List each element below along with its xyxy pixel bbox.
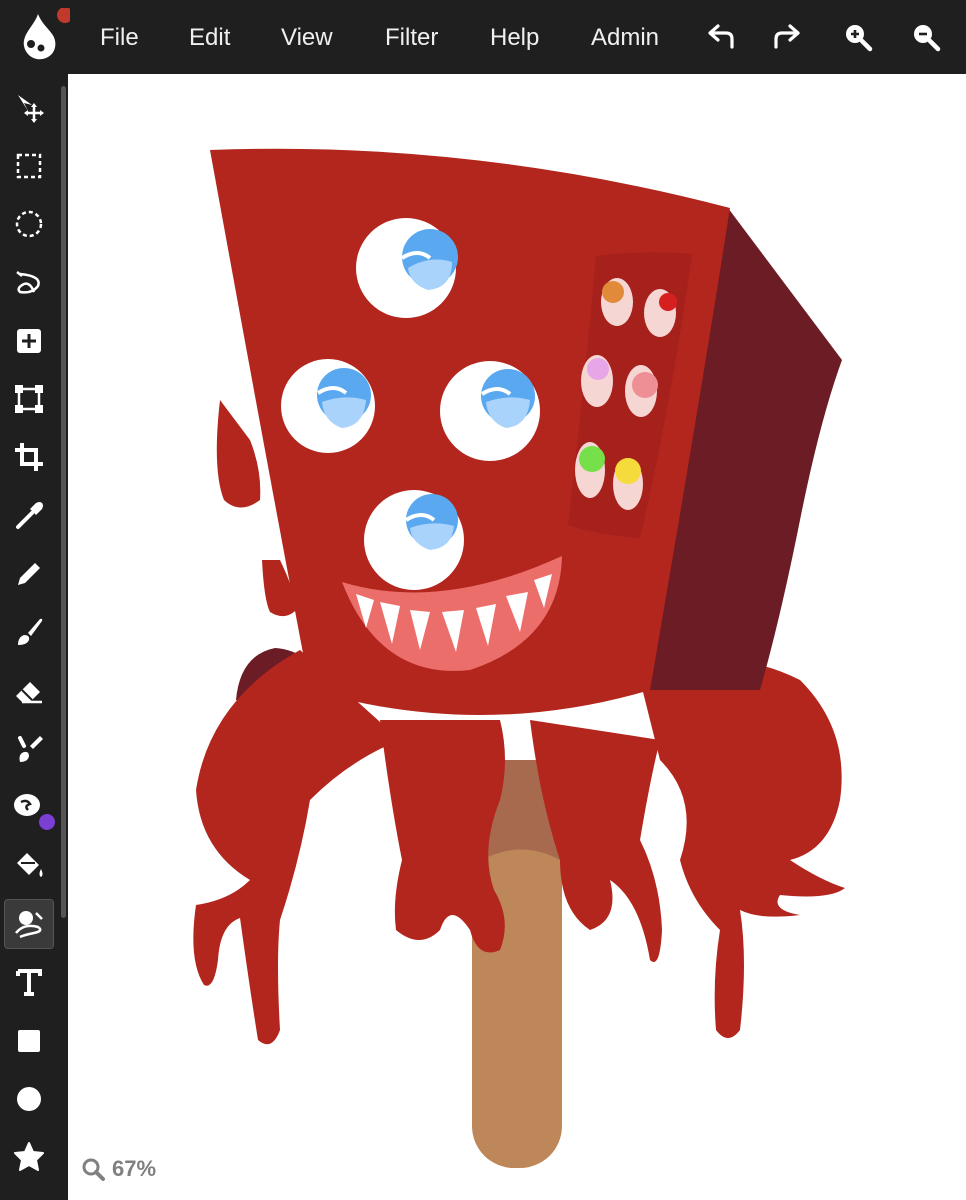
add-layer-tool[interactable] — [4, 316, 54, 366]
lasso-icon — [16, 271, 40, 294]
menu-filter[interactable]: Filter — [385, 0, 438, 74]
zoom-out-icon[interactable] — [908, 19, 944, 55]
add-layer-icon — [17, 329, 41, 353]
zoom-level-label: 67% — [112, 1156, 157, 1181]
menu-edit[interactable]: Edit — [189, 0, 230, 74]
sidebar-scrollbar[interactable] — [61, 86, 66, 918]
rectangle-shape-icon — [18, 1030, 40, 1052]
menu-view[interactable]: View — [281, 0, 333, 74]
blend-tool-icon — [15, 911, 43, 939]
eraser-tool[interactable] — [4, 666, 54, 716]
rect-select-icon — [16, 153, 42, 179]
accent-color-dot — [39, 814, 55, 830]
brush-tool[interactable] — [4, 607, 54, 657]
zoom-in-icon[interactable] — [840, 19, 876, 55]
menu-help[interactable]: Help — [490, 0, 539, 74]
eyedropper-icon — [16, 502, 43, 529]
rect-select-tool[interactable] — [4, 141, 54, 191]
ellipse-shape-icon — [17, 1087, 41, 1111]
lasso-tool[interactable] — [4, 258, 54, 308]
ellipse-select-icon — [15, 210, 43, 238]
fill-bucket-icon — [17, 853, 43, 877]
move-tool-icon — [18, 95, 44, 123]
text-tool[interactable] — [4, 957, 54, 1007]
undo-icon[interactable] — [702, 19, 738, 55]
ellipse-shape-tool[interactable] — [4, 1074, 54, 1124]
drawing-canvas[interactable] — [68, 74, 966, 1200]
menu-file[interactable]: File — [100, 0, 139, 74]
app-logo-icon[interactable] — [14, 7, 73, 64]
rectangle-shape-tool[interactable] — [4, 1016, 54, 1066]
crop-icon — [15, 443, 43, 471]
smudge-tool[interactable] — [4, 724, 54, 774]
eyedropper-tool[interactable] — [4, 491, 54, 541]
ellipse-select-tool[interactable] — [4, 199, 54, 249]
tool-sidebar — [0, 74, 68, 1200]
crop-tool[interactable] — [4, 432, 54, 482]
pencil-tool[interactable] — [4, 549, 54, 599]
menu-admin[interactable]: Admin — [591, 0, 659, 74]
transform-icon — [15, 385, 43, 413]
notification-dot — [57, 7, 73, 23]
redo-icon[interactable] — [770, 19, 806, 55]
fill-bucket-tool[interactable] — [4, 841, 54, 891]
smudge-icon — [18, 736, 43, 762]
pencil-icon — [18, 563, 40, 585]
move-tool[interactable] — [4, 83, 54, 133]
blend-tool[interactable] — [4, 899, 54, 949]
clone-stamp-tool[interactable] — [4, 782, 55, 832]
brush-icon — [18, 618, 43, 645]
artwork-image — [193, 148, 845, 1168]
star-shape-icon — [14, 1142, 44, 1171]
zoom-indicator[interactable]: 67% — [80, 1152, 156, 1186]
magnifier-icon — [82, 1158, 105, 1181]
top-toolbar: File Edit View Filter Help Admin — [0, 0, 966, 74]
transform-tool[interactable] — [4, 374, 54, 424]
eraser-icon — [16, 682, 42, 704]
text-icon — [16, 969, 42, 996]
star-shape-tool[interactable] — [4, 1132, 54, 1182]
